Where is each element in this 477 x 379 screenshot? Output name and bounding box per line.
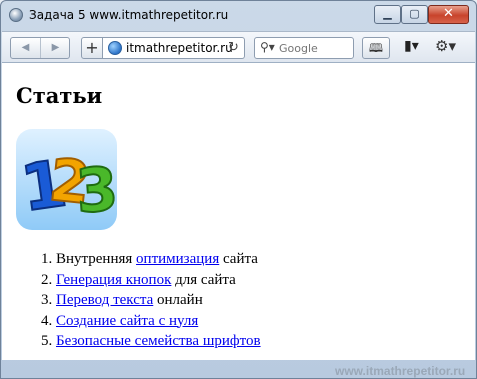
item-suffix: онлайн — [153, 292, 203, 308]
article-link[interactable]: Генерация кнопок — [56, 272, 171, 288]
articles-list: Внутренняя оптимизация сайта Генерация к… — [16, 249, 261, 352]
article-link[interactable]: оптимизация — [136, 251, 219, 267]
minimize-button[interactable]: ▁ — [374, 5, 401, 24]
gear-icon[interactable]: ⚙▾ — [435, 37, 456, 55]
back-forward-group: ◀ ▶ — [10, 37, 70, 59]
reload-icon[interactable]: ↻ — [228, 40, 239, 55]
browser-app-icon — [9, 8, 23, 22]
browser-window: Задача 5 www.itmathrepetitor.ru ▁ ▢ ✕ ◀ … — [0, 0, 477, 379]
back-button[interactable]: ◀ — [11, 38, 41, 58]
list-item: Внутренняя оптимизация сайта — [56, 249, 261, 270]
forward-arrow-icon: ▶ — [51, 42, 60, 53]
list-item: Безопасные семейства шрифтов — [56, 331, 261, 352]
close-button[interactable]: ✕ — [428, 5, 469, 24]
page-content: Статьи 1 2 3 Внутренняя оптимизация сайт… — [2, 63, 475, 360]
item-prefix: Внутренняя — [56, 251, 137, 267]
book-icon: 🕮 — [368, 41, 384, 55]
address-bar[interactable]: itmathrepetitor.ru ↻ — [103, 37, 245, 59]
search-icon[interactable]: ⚲▾ — [260, 40, 275, 54]
page-title: Статьи — [16, 83, 103, 108]
plus-icon: + — [85, 38, 99, 57]
numbers-123-logo: 1 2 3 — [16, 129, 117, 230]
svg-text:3: 3 — [74, 154, 117, 227]
article-link[interactable]: Безопасные семейства шрифтов — [56, 333, 261, 349]
item-suffix: сайта — [219, 251, 258, 267]
maximize-button[interactable]: ▢ — [401, 5, 428, 24]
back-arrow-icon: ◀ — [21, 42, 30, 53]
title-bar: Задача 5 www.itmathrepetitor.ru ▁ ▢ ✕ — [1, 1, 476, 31]
window-title: Задача 5 www.itmathrepetitor.ru — [29, 8, 229, 22]
article-link[interactable]: Перевод текста — [56, 292, 153, 308]
globe-icon — [108, 41, 122, 55]
forward-button[interactable]: ▶ — [41, 38, 70, 58]
add-bookmark-button[interactable]: + — [81, 37, 103, 59]
page-menu-icon[interactable]: ▮▾ — [404, 38, 419, 54]
search-input[interactable] — [279, 41, 351, 55]
logo-graphic: 1 2 3 — [16, 145, 117, 229]
list-item: Генерация кнопок для сайта — [56, 270, 261, 291]
article-link[interactable]: Создание сайта с нуля — [56, 313, 198, 329]
url-text[interactable]: itmathrepetitor.ru — [126, 41, 233, 55]
list-item: Создание сайта с нуля — [56, 311, 261, 332]
navigation-toolbar: ◀ ▶ + itmathrepetitor.ru ↻ ⚲▾ 🕮 ▮▾ ⚙▾ — [2, 31, 475, 63]
reader-button[interactable]: 🕮 — [362, 37, 390, 59]
search-box[interactable]: ⚲▾ — [254, 37, 354, 59]
list-item: Перевод текста онлайн — [56, 290, 261, 311]
site-watermark: www.itmathrepetitor.ru — [335, 364, 466, 378]
item-suffix: для сайта — [171, 271, 236, 288]
